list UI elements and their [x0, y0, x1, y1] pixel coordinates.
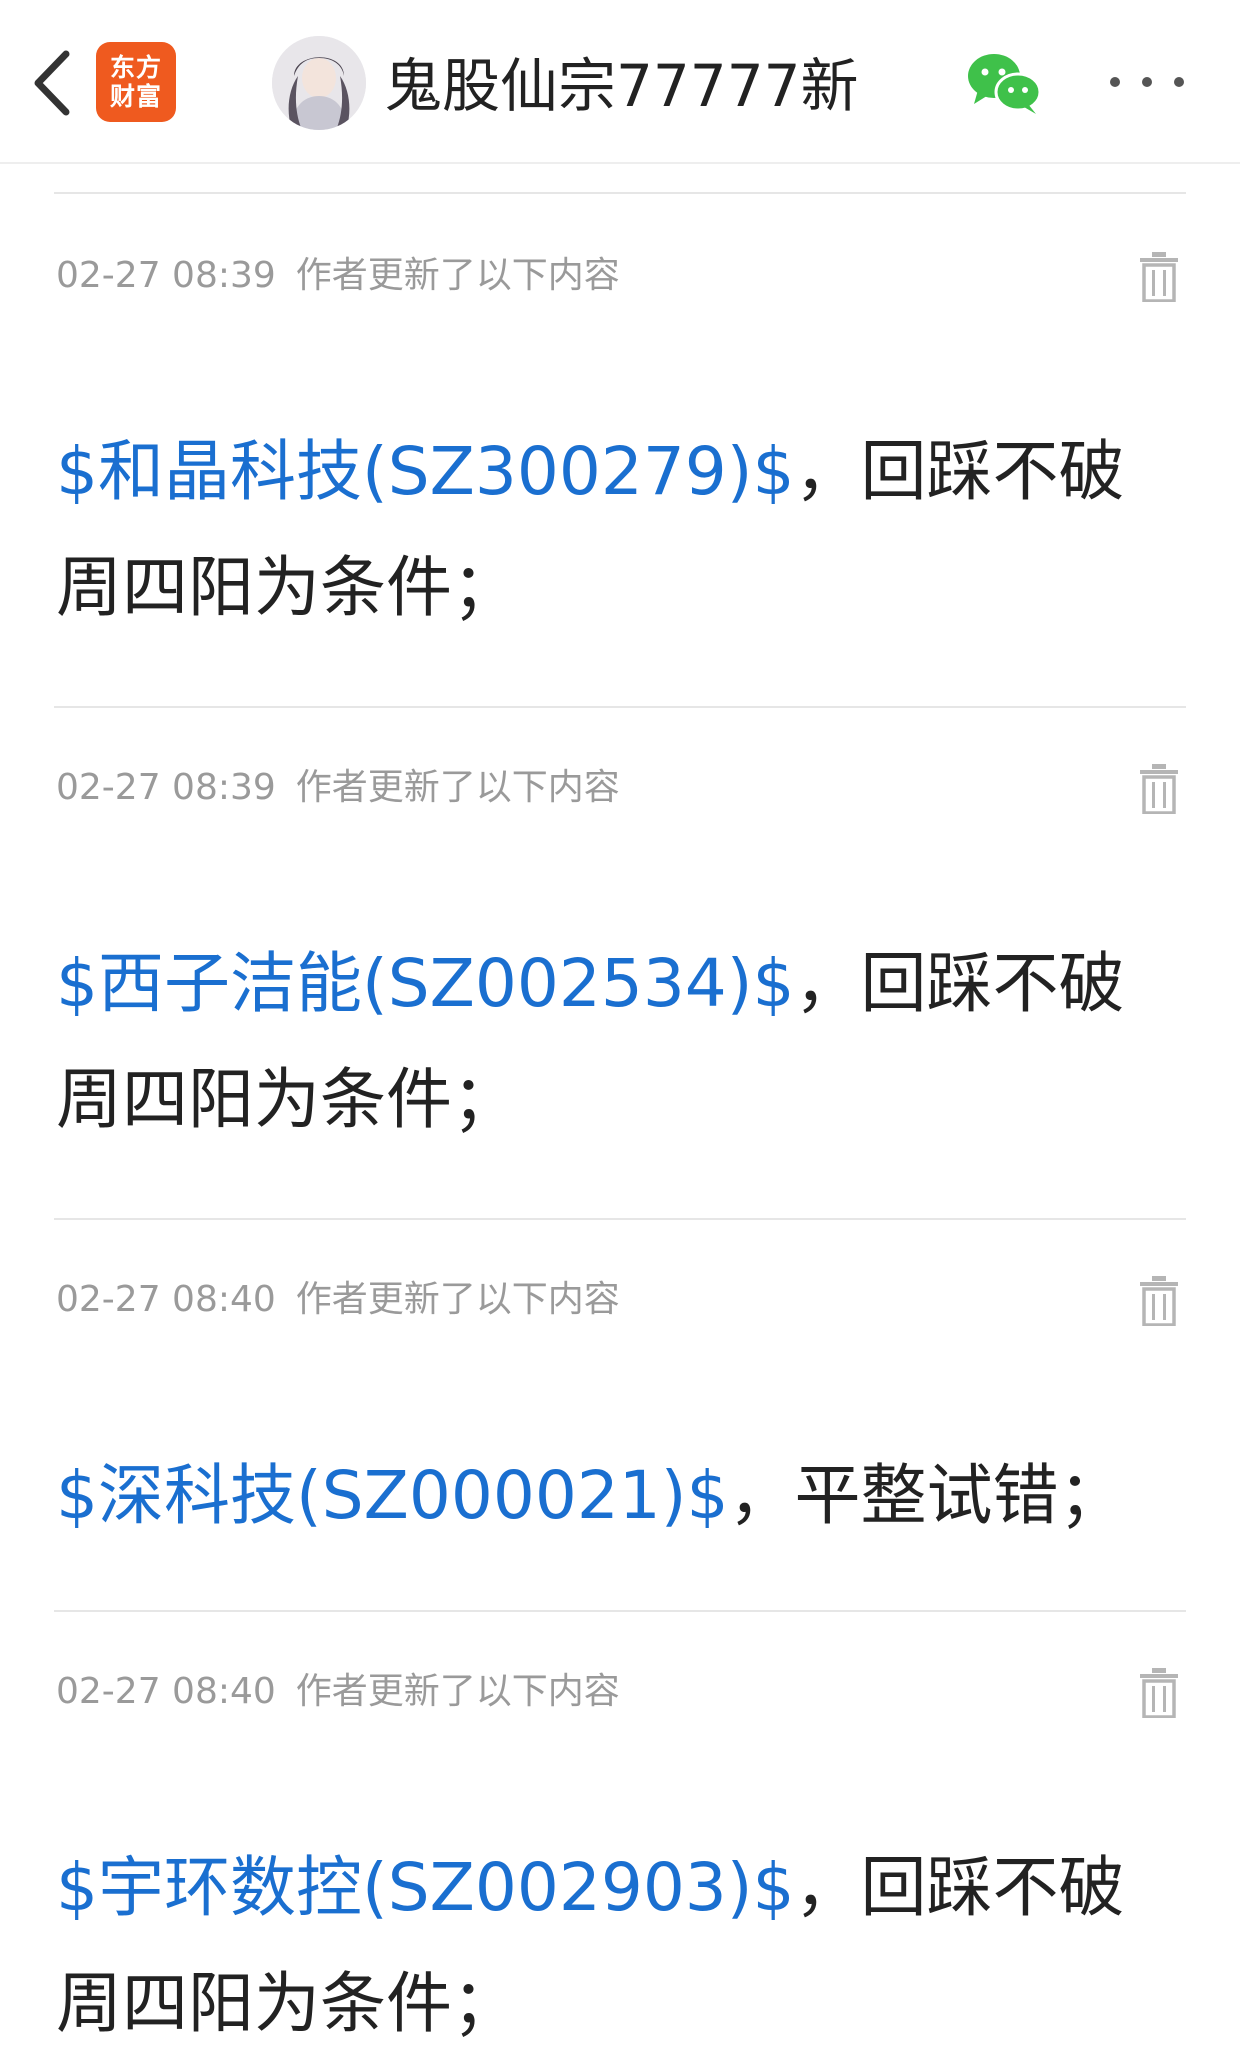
stock-link[interactable]: $宇环数控(SZ002903)$	[56, 1849, 795, 1926]
update-time: 02-27 08:39	[56, 767, 276, 808]
delete-button[interactable]	[1138, 1668, 1180, 1719]
update-content: $和晶科技(SZ300279)$，回踩不破周四阳为条件；	[56, 414, 1186, 646]
trash-icon	[1140, 1276, 1178, 1327]
update-label: 作者更新了以下内容	[295, 255, 620, 296]
stock-link[interactable]: $和晶科技(SZ300279)$	[56, 433, 795, 510]
more-dot	[1174, 77, 1184, 87]
divider	[54, 1218, 1186, 1220]
chevron-left-icon	[34, 50, 70, 116]
more-dots-icon	[1110, 77, 1120, 87]
update-label: 作者更新了以下内容	[295, 767, 620, 808]
update-meta: 02-27 08:40 作者更新了以下内容	[56, 1278, 620, 1322]
page-title: 鬼股仙宗77777新	[384, 52, 859, 120]
update-meta: 02-27 08:40 作者更新了以下内容	[56, 1670, 620, 1714]
delete-button[interactable]	[1138, 252, 1180, 303]
delete-button[interactable]	[1138, 1276, 1180, 1327]
update-time: 02-27 08:40	[56, 1279, 276, 1320]
trash-icon	[1140, 1668, 1178, 1719]
wechat-icon	[968, 54, 1042, 114]
wechat-share-button[interactable]	[964, 48, 1044, 118]
more-dot	[1142, 77, 1152, 87]
app-logo[interactable]: 东方 财富	[96, 42, 176, 122]
logo-text-line2: 财富	[109, 82, 162, 111]
update-content: $深科技(SZ000021)$，平整试错；	[56, 1438, 1186, 1554]
update-label: 作者更新了以下内容	[295, 1671, 620, 1712]
update-content: $西子洁能(SZ002534)$，回踩不破周四阳为条件；	[56, 926, 1186, 1158]
more-options-button[interactable]	[1110, 60, 1184, 104]
divider	[54, 192, 1186, 194]
stock-link[interactable]: $深科技(SZ000021)$	[56, 1457, 729, 1534]
divider	[54, 706, 1186, 708]
divider	[54, 1610, 1186, 1612]
update-time: 02-27 08:40	[56, 1671, 276, 1712]
delete-button[interactable]	[1138, 764, 1180, 815]
avatar-image	[272, 36, 366, 130]
top-bar: 东方 财富 鬼股仙宗77777新	[0, 0, 1240, 164]
update-text: ，平整试错；	[728, 1457, 1125, 1534]
trash-icon	[1140, 764, 1178, 815]
avatar[interactable]	[272, 36, 366, 130]
trash-icon	[1140, 252, 1178, 303]
update-time: 02-27 08:39	[56, 255, 276, 296]
update-meta: 02-27 08:39 作者更新了以下内容	[56, 766, 620, 810]
update-label: 作者更新了以下内容	[295, 1279, 620, 1320]
logo-text-line1: 东方	[109, 53, 162, 82]
update-content: $宇环数控(SZ002903)$，回踩不破周四阳为条件；	[56, 1830, 1186, 2062]
back-button[interactable]	[22, 42, 82, 124]
stock-link[interactable]: $西子洁能(SZ002534)$	[56, 945, 795, 1022]
update-meta: 02-27 08:39 作者更新了以下内容	[56, 254, 620, 298]
